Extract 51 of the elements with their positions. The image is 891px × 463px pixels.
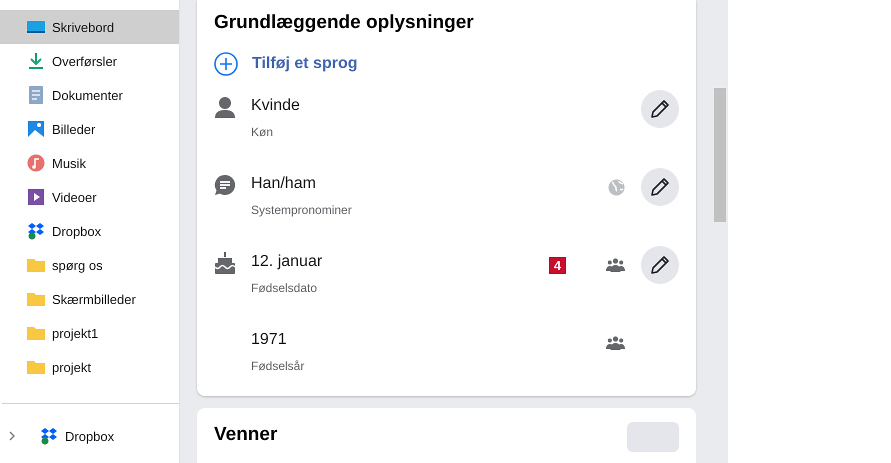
sidebar-item[interactable]: Dropbox [0, 214, 179, 248]
friends-icon [606, 336, 625, 350]
field-label: Fødselsdato [251, 281, 318, 295]
pencil-icon [649, 176, 671, 198]
sidebar-item[interactable]: Videoer [0, 180, 179, 214]
edit-button[interactable] [641, 90, 679, 128]
music-icon [27, 154, 45, 172]
scrollbar-thumb[interactable] [714, 88, 726, 222]
folder-icon [27, 358, 45, 376]
folder-icon [27, 324, 45, 342]
number-badge: 4 [549, 257, 566, 274]
download-icon [27, 52, 45, 70]
sidebar-item[interactable]: Skrivebord [0, 10, 179, 44]
field-value: 1971 [251, 331, 287, 349]
sidebar-item[interactable]: spørg os [0, 248, 179, 282]
globe-icon [608, 178, 625, 196]
field-label: Systempronominer [251, 203, 352, 217]
sidebar-item[interactable]: projekt [0, 350, 179, 384]
scrollbar[interactable] [713, 0, 728, 463]
sidebar-item[interactable]: Dropbox [0, 419, 179, 453]
pencil-icon [649, 254, 671, 276]
section-title: Grundlæggende oplysninger [214, 12, 475, 34]
field-value: Kvinde [251, 97, 300, 115]
sidebar-item[interactable]: Overførsler [0, 44, 179, 78]
video-icon [27, 188, 45, 206]
picture-icon [27, 120, 45, 138]
sidebar-item[interactable]: Billeder [0, 112, 179, 146]
dropbox-icon [27, 222, 45, 240]
person-icon [214, 96, 236, 118]
friends-icon [606, 258, 625, 272]
chat-icon [214, 174, 236, 196]
folder-icon [27, 256, 45, 274]
pencil-icon [649, 98, 671, 120]
section-title: Venner [214, 424, 278, 447]
plus-icon [214, 52, 238, 76]
sidebar-item[interactable]: Dokumenter [0, 78, 179, 112]
field-label: Fødselsår [251, 359, 304, 373]
dropbox-icon [40, 427, 58, 445]
field-value: Han/ham [251, 175, 316, 193]
add-language-link[interactable]: Tilføj et sprog [214, 52, 358, 76]
edit-button[interactable] [641, 168, 679, 206]
folder-icon [27, 290, 45, 308]
document-icon [27, 86, 45, 104]
sidebar-item[interactable]: Musik [0, 146, 179, 180]
desktop-icon [27, 18, 45, 36]
cake-icon [214, 252, 236, 274]
field-label: Køn [251, 125, 274, 139]
sidebar-item[interactable]: projekt1 [0, 316, 179, 350]
field-value: 12. januar [251, 253, 322, 271]
edit-button[interactable] [641, 246, 679, 284]
sidebar-item[interactable]: Skærmbilleder [0, 282, 179, 316]
